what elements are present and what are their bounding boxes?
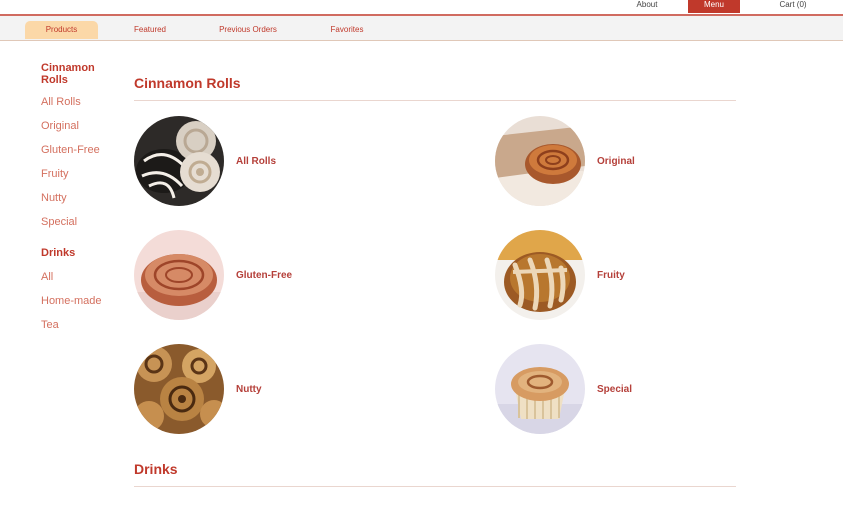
sidebar-item-all-rolls[interactable]: All Rolls <box>41 96 121 108</box>
cinnamon-roll-photo <box>495 344 585 434</box>
nav-about-link[interactable]: About <box>632 0 662 13</box>
product-nutty[interactable]: Nutty <box>134 343 262 435</box>
sidebar-item-tea[interactable]: Tea <box>41 319 121 331</box>
product-special[interactable]: Special <box>495 343 632 435</box>
sidebar-item-all-drinks[interactable]: All <box>41 271 121 283</box>
product-label: Nutty <box>236 383 262 395</box>
tab-bar: Products Featured Previous Orders Favori… <box>0 16 843 41</box>
sidebar: Cinnamon Rolls All Rolls Original Gluten… <box>41 62 121 331</box>
product-original[interactable]: Original <box>495 115 635 207</box>
top-header: About Menu Cart (0) <box>0 0 843 15</box>
product-label: Special <box>597 383 633 395</box>
nav-cart-link[interactable]: Cart (0) <box>773 0 813 13</box>
cinnamon-roll-photo <box>495 116 585 206</box>
product-label: Original <box>597 155 635 167</box>
sidebar-heading-drinks[interactable]: Drinks <box>41 247 121 259</box>
section-title-drinks: Drinks <box>134 461 178 477</box>
cinnamon-roll-photo <box>134 230 224 320</box>
cinnamon-roll-photo <box>495 230 585 320</box>
sidebar-heading-cinnamon-rolls[interactable]: Cinnamon Rolls <box>41 62 99 86</box>
tab-featured[interactable]: Featured <box>120 22 180 38</box>
sidebar-item-nutty[interactable]: Nutty <box>41 192 121 204</box>
section-divider <box>134 486 736 487</box>
product-all-rolls[interactable]: All Rolls <box>134 115 276 207</box>
tab-favorites[interactable]: Favorites <box>318 22 376 38</box>
product-fruity[interactable]: Fruity <box>495 229 625 321</box>
section-divider <box>134 100 736 101</box>
tab-products[interactable]: Products <box>25 21 98 39</box>
cinnamon-rolls-photo <box>134 344 224 434</box>
product-label: Gluten-Free <box>236 269 293 281</box>
product-gluten-free[interactable]: Gluten-Free <box>134 229 292 321</box>
sidebar-item-gluten-free[interactable]: Gluten-Free <box>41 144 121 156</box>
sidebar-item-original[interactable]: Original <box>41 120 121 132</box>
product-label: Fruity <box>597 269 625 281</box>
sidebar-item-fruity[interactable]: Fruity <box>41 168 121 180</box>
nav-menu-link[interactable]: Menu <box>688 0 740 13</box>
section-title-cinnamon-rolls: Cinnamon Rolls <box>134 75 241 91</box>
tab-previous-orders[interactable]: Previous Orders <box>210 22 286 38</box>
sidebar-item-home-made[interactable]: Home-made <box>41 295 121 307</box>
sidebar-item-special[interactable]: Special <box>41 216 121 228</box>
product-label: All Rolls <box>236 155 277 167</box>
cinnamon-rolls-photo <box>134 116 224 206</box>
